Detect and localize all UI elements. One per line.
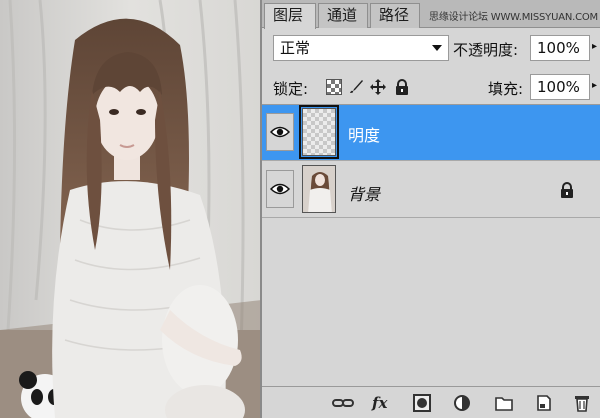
fill-slider-arrow-icon[interactable]: ▸: [592, 80, 597, 91]
add-mask-icon[interactable]: [412, 394, 432, 412]
fill-label: 填充:: [488, 80, 524, 98]
blend-mode-select[interactable]: 正常: [273, 35, 449, 61]
opacity-label: 不透明度:: [453, 41, 519, 59]
eye-icon: [270, 126, 290, 138]
fill-input[interactable]: 100%: [530, 74, 590, 100]
layer-list: 明度 背景: [262, 104, 600, 386]
new-group-icon[interactable]: [494, 394, 514, 412]
blend-row: 正常 不透明度: 100% ▸: [262, 29, 600, 67]
layer-row-background[interactable]: 背景: [262, 162, 600, 218]
delete-layer-icon[interactable]: [572, 394, 592, 412]
eye-icon: [270, 183, 290, 195]
lock-position-icon[interactable]: [370, 79, 386, 95]
fx-icon[interactable]: fx: [372, 394, 398, 412]
layers-toolbar: fx: [262, 386, 600, 418]
panel-tab-bar: 图层 通道 路径 思缘设计论坛 WWW.MISSYUAN.COM: [262, 0, 600, 29]
lock-transparent-pixels-icon[interactable]: [326, 79, 342, 95]
watermark-text: 思缘设计论坛 WWW.MISSYUAN.COM: [429, 12, 598, 23]
photo-illustration: [0, 0, 262, 418]
adjustment-layer-icon[interactable]: [452, 394, 472, 412]
lock-all-icon[interactable]: [394, 79, 410, 95]
new-layer-icon[interactable]: [534, 394, 554, 412]
tab-channels[interactable]: 通道: [318, 3, 368, 28]
layer-row-brightness[interactable]: 明度: [262, 105, 600, 161]
blend-mode-value: 正常: [280, 39, 311, 57]
layer-thumbnail: [302, 165, 336, 213]
chevron-down-icon: [432, 45, 442, 51]
visibility-toggle[interactable]: [266, 170, 294, 208]
layers-panel: 图层 通道 路径 思缘设计论坛 WWW.MISSYUAN.COM 正常 不透明度…: [260, 0, 600, 418]
lock-image-pixels-icon[interactable]: [348, 79, 364, 95]
tab-layers[interactable]: 图层: [264, 3, 316, 29]
lock-icon: [561, 182, 573, 198]
photo-preview: [0, 0, 262, 418]
lock-label: 锁定:: [273, 80, 309, 98]
lock-row: 锁定: 填充: 100% ▸: [262, 70, 600, 104]
opacity-slider-arrow-icon[interactable]: ▸: [592, 41, 597, 52]
layer-name[interactable]: 背景: [348, 181, 380, 205]
layer-thumbnail: [299, 105, 339, 159]
opacity-input[interactable]: 100%: [530, 35, 590, 61]
layer-name[interactable]: 明度: [348, 122, 380, 146]
link-layers-icon[interactable]: [332, 394, 354, 412]
visibility-toggle[interactable]: [266, 113, 294, 151]
tab-paths[interactable]: 路径: [370, 3, 420, 28]
